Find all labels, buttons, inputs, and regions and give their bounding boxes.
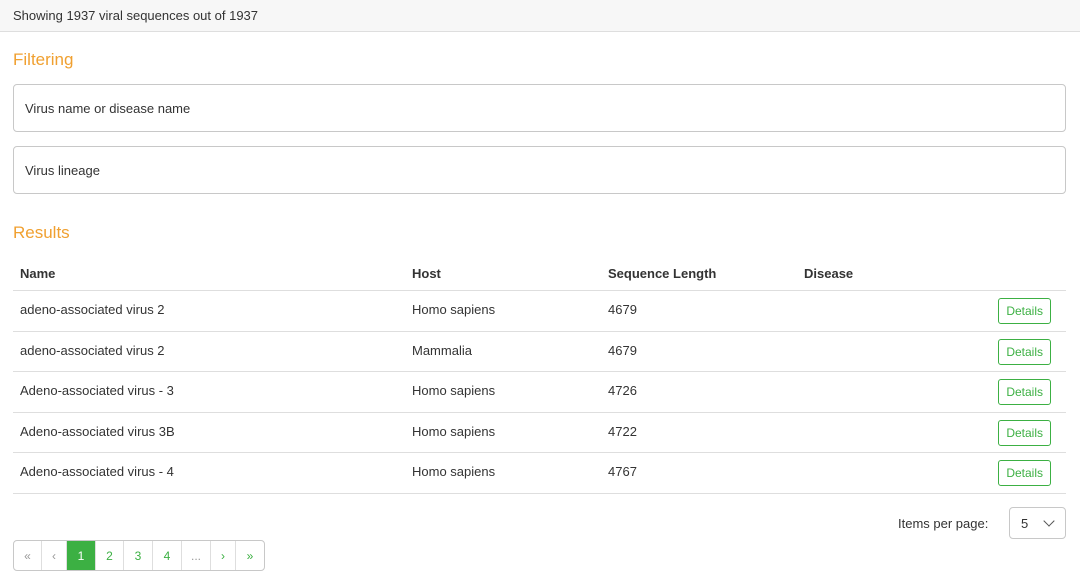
results-table: Name Host Sequence Length Disease adeno-… <box>13 255 1066 494</box>
column-header-disease[interactable]: Disease <box>804 266 853 281</box>
cell-host: Homo sapiens <box>412 302 496 317</box>
cell-sequence-length: 4679 <box>608 342 637 358</box>
cell-name: adeno-associated virus 2 <box>20 302 165 317</box>
column-header-host[interactable]: Host <box>412 266 441 281</box>
cell-name: Adeno-associated virus 3B <box>20 423 175 439</box>
page-button-2[interactable]: 2 <box>96 541 124 570</box>
items-per-page-value: 5 <box>1021 516 1029 531</box>
next-page-button[interactable]: › <box>211 541 236 570</box>
column-header-sequence-length[interactable]: Sequence Length <box>608 266 716 281</box>
pagination-ellipsis: ... <box>182 541 211 570</box>
cell-host: Mammalia <box>412 342 472 358</box>
cell-name: Adeno-associated virus - 3 <box>20 383 174 398</box>
cell-host: Homo sapiens <box>412 464 496 479</box>
table-row: Adeno-associated virus 3B Homo sapiens 4… <box>13 413 1066 453</box>
filtering-title: Filtering <box>13 50 74 69</box>
table-header: Name Host Sequence Length Disease <box>13 255 1066 291</box>
cell-name: adeno-associated virus 2 <box>20 342 165 358</box>
summary-text: Showing 1937 viral sequences out of 1937 <box>13 8 259 23</box>
first-page-button[interactable]: « <box>14 541 42 570</box>
cell-sequence-length: 4767 <box>608 464 637 479</box>
cell-sequence-length: 4726 <box>608 383 637 398</box>
page-button-1[interactable]: 1 <box>67 541 96 570</box>
cell-sequence-length: 4722 <box>608 423 637 439</box>
details-button[interactable]: Details <box>998 379 1051 405</box>
details-button[interactable]: Details <box>998 460 1051 486</box>
page-button-3[interactable]: 3 <box>124 541 153 570</box>
cell-sequence-length: 4679 <box>608 302 637 317</box>
table-row: adeno-associated virus 2 Homo sapiens 46… <box>13 291 1066 332</box>
cell-name: Adeno-associated virus - 4 <box>20 464 174 479</box>
table-row: Adeno-associated virus - 3 Homo sapiens … <box>13 372 1066 413</box>
previous-page-button[interactable]: ‹ <box>42 541 67 570</box>
details-button[interactable]: Details <box>998 419 1051 446</box>
chevron-down-icon <box>1043 515 1055 527</box>
cell-host: Homo sapiens <box>412 423 496 439</box>
results-title: Results <box>13 223 70 242</box>
page-button-4[interactable]: 4 <box>153 541 182 570</box>
last-page-button[interactable]: » <box>236 541 264 570</box>
items-per-page-label: Items per page: <box>898 516 989 531</box>
pagination: « ‹ 1 2 3 4 ... › » <box>13 540 265 571</box>
virus-name-search-input[interactable] <box>13 84 1066 132</box>
details-button[interactable]: Details <box>998 298 1051 324</box>
cell-host: Homo sapiens <box>412 383 496 398</box>
virus-lineage-input[interactable] <box>13 146 1066 194</box>
summary-bar: Showing 1937 viral sequences out of 1937 <box>0 0 1080 32</box>
column-header-name[interactable]: Name <box>20 266 55 281</box>
table-row: Adeno-associated virus - 4 Homo sapiens … <box>13 453 1066 494</box>
table-row: adeno-associated virus 2 Mammalia 4679 D… <box>13 332 1066 372</box>
details-button[interactable]: Details <box>998 338 1051 365</box>
items-per-page-select[interactable]: 5 <box>1009 507 1066 539</box>
